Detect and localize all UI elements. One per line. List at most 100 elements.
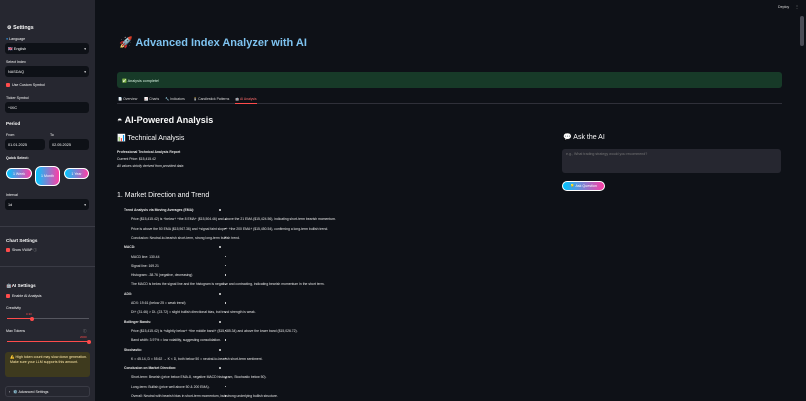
tab-candlestick-patterns[interactable]: 🕯️ Candlestick Patterns bbox=[193, 97, 229, 101]
main-panel: Deploy ⋮ 🚀 Advanced Index Analyzer with … bbox=[95, 0, 806, 401]
from-date-input[interactable]: 01.01.2025 bbox=[5, 139, 45, 150]
rocket-icon: 🚀 bbox=[119, 37, 133, 49]
tab-overview[interactable]: 📄 Overview bbox=[118, 97, 137, 101]
max-tokens-slider-fill bbox=[7, 341, 89, 342]
sub-bullet-icon bbox=[225, 265, 227, 267]
language-select[interactable]: 🇬🇧 English ▾ bbox=[5, 43, 89, 54]
list-heading: Stochastic: bbox=[124, 347, 143, 352]
list-item: Short-term: Bearish (price below EMA-8, … bbox=[131, 375, 267, 380]
ticker-label: Ticker Symbol bbox=[6, 96, 29, 100]
list-item: The MACD is below the signal line and th… bbox=[131, 282, 325, 287]
divider bbox=[0, 266, 95, 267]
globe-icon: ● bbox=[6, 37, 9, 41]
tab-charts[interactable]: 📈 Charts bbox=[144, 97, 159, 101]
report-title: Professional Technical Analysis Report bbox=[117, 150, 181, 154]
help-icon: ⓘ bbox=[33, 248, 37, 252]
checkbox-checked-icon bbox=[6, 248, 10, 253]
index-select[interactable]: NASDAQ ▾ bbox=[5, 66, 89, 77]
bullet-icon bbox=[219, 348, 221, 351]
list-item: Signal line: 169.21 bbox=[131, 263, 159, 268]
chart-icon: 📊 bbox=[117, 135, 126, 142]
tab-ai-analysis[interactable]: 🤖 AI Analysis bbox=[235, 97, 257, 101]
active-tab-indicator bbox=[235, 102, 257, 104]
checkbox-checked-icon bbox=[6, 294, 10, 299]
creativity-slider-handle[interactable] bbox=[29, 316, 34, 321]
max-tokens-value: 2000 bbox=[80, 335, 87, 339]
main-menu-icon[interactable]: ⋮ bbox=[795, 4, 799, 9]
one-week-button[interactable]: 1 Week bbox=[6, 168, 32, 179]
bullet-icon bbox=[219, 320, 221, 323]
sidebar: ⚙ Settings ● Language 🇬🇧 English ▾ Select… bbox=[0, 0, 95, 401]
list-item: K = 45.14, D = 55.62 → K < D, both below… bbox=[131, 356, 263, 361]
list-item: Price ($15,415.42) is +slightly below+ +… bbox=[131, 328, 298, 333]
max-tokens-slider-handle[interactable] bbox=[87, 339, 91, 344]
custom-symbol-checkbox[interactable]: Use Custom Symbol bbox=[6, 83, 45, 88]
quick-select-label: Quick Select: bbox=[6, 156, 29, 160]
max-tokens-label: Max Tokens bbox=[6, 329, 26, 333]
brain-icon: ◓ bbox=[117, 115, 123, 125]
list-item: Price is above the 50 EMA ($15,967.36) a… bbox=[131, 226, 329, 231]
tab-indicators[interactable]: 🔧 Indicators bbox=[165, 97, 185, 101]
advanced-settings-expander[interactable]: › ⚙️ Advanced Settings bbox=[5, 386, 90, 397]
creativity-slider-track bbox=[7, 316, 89, 321]
help-icon: ⓘ bbox=[83, 329, 87, 333]
list-item: Overall: Neutral with bearish bias in sh… bbox=[131, 394, 278, 398]
list-item: DI+ (31.46) > DI- (23.72) = slight bulli… bbox=[131, 310, 256, 315]
tab-divider bbox=[117, 103, 782, 104]
sub-bullet-icon bbox=[225, 339, 227, 341]
bullet-icon bbox=[219, 246, 221, 249]
show-vwap-checkbox[interactable]: Show VWAP ⓘ bbox=[6, 248, 37, 253]
divider bbox=[0, 226, 95, 227]
ask-title: Ask the AI bbox=[573, 134, 605, 141]
values-note: All values strictly derived from provide… bbox=[117, 164, 184, 168]
bullet-icon bbox=[219, 209, 221, 212]
enable-ai-checkbox[interactable]: Enable AI Analysis bbox=[6, 294, 42, 299]
chevron-down-icon: ▾ bbox=[84, 202, 86, 207]
current-price: Current Price: $15,415.42 bbox=[117, 157, 156, 161]
list-item: Conclusion: Neutral-to-bearish short-ter… bbox=[131, 235, 240, 240]
chevron-right-icon: › bbox=[9, 389, 11, 394]
token-warning: ⚠️ High token count may slow down genera… bbox=[5, 352, 90, 377]
ask-input[interactable] bbox=[562, 149, 781, 173]
ticker-input[interactable]: ^IXIC bbox=[5, 102, 89, 113]
checkbox-checked-icon bbox=[6, 83, 10, 88]
max-tokens-slider-track bbox=[7, 339, 91, 344]
one-year-button[interactable]: 1 Year bbox=[64, 168, 89, 179]
creativity-slider-fill bbox=[7, 318, 32, 319]
sub-bullet-icon bbox=[225, 302, 227, 304]
list-heading: Bollinger Bands: bbox=[124, 319, 152, 324]
bullet-icon bbox=[219, 367, 221, 370]
one-month-button[interactable]: 1 Month bbox=[35, 166, 60, 186]
ai-settings-title: AI Settings bbox=[11, 283, 36, 288]
list-item: Band width: 3.97% = low volatility, sugg… bbox=[131, 338, 221, 343]
list-item: ADX: 19.61 (below 25 = weak trend) bbox=[131, 301, 186, 305]
list-item: MACD line: 130.44 bbox=[131, 254, 160, 259]
sub-bullet-icon bbox=[225, 385, 227, 388]
chart-settings-title: Chart Settings bbox=[6, 238, 38, 243]
sub-bullet-icon bbox=[225, 255, 227, 258]
list-heading: Conclusion on Market Direction: bbox=[124, 366, 177, 371]
period-title: Period bbox=[6, 121, 21, 126]
interval-label: Interval bbox=[6, 193, 18, 197]
bullet-icon bbox=[219, 292, 221, 295]
chevron-down-icon: ▾ bbox=[84, 46, 86, 51]
to-date-input[interactable]: 02.05.2025 bbox=[49, 139, 89, 150]
list-heading: MACD: bbox=[124, 245, 136, 250]
deploy-button[interactable]: Deploy bbox=[778, 5, 789, 9]
index-label: Select Index bbox=[6, 60, 26, 64]
tech-title: Technical Analysis bbox=[127, 135, 185, 142]
language-label: ● Language bbox=[6, 37, 26, 41]
sub-bullet-icon bbox=[225, 274, 227, 276]
to-label: To bbox=[50, 133, 54, 137]
list-heading: Trend Analysis via Moving Averages (EMA)… bbox=[124, 208, 195, 212]
scrollbar[interactable] bbox=[800, 16, 804, 46]
success-alert: ✅ Analysis complete! bbox=[117, 72, 782, 88]
list-item: Histogram: -38.76 (negative, decreasing) bbox=[131, 273, 193, 278]
speech-bubble-icon: 💬 bbox=[563, 134, 572, 141]
interval-select[interactable]: 1d ▾ bbox=[5, 199, 89, 210]
chevron-down-icon: ▾ bbox=[84, 69, 86, 74]
list-item: Long-term: Bullish (price well above 50 … bbox=[131, 384, 210, 389]
ask-question-button[interactable]: 💡 Ask Question bbox=[562, 181, 605, 191]
market-direction-title: 1. Market Direction and Trend bbox=[117, 192, 210, 199]
creativity-value: 0.30 bbox=[26, 312, 32, 316]
